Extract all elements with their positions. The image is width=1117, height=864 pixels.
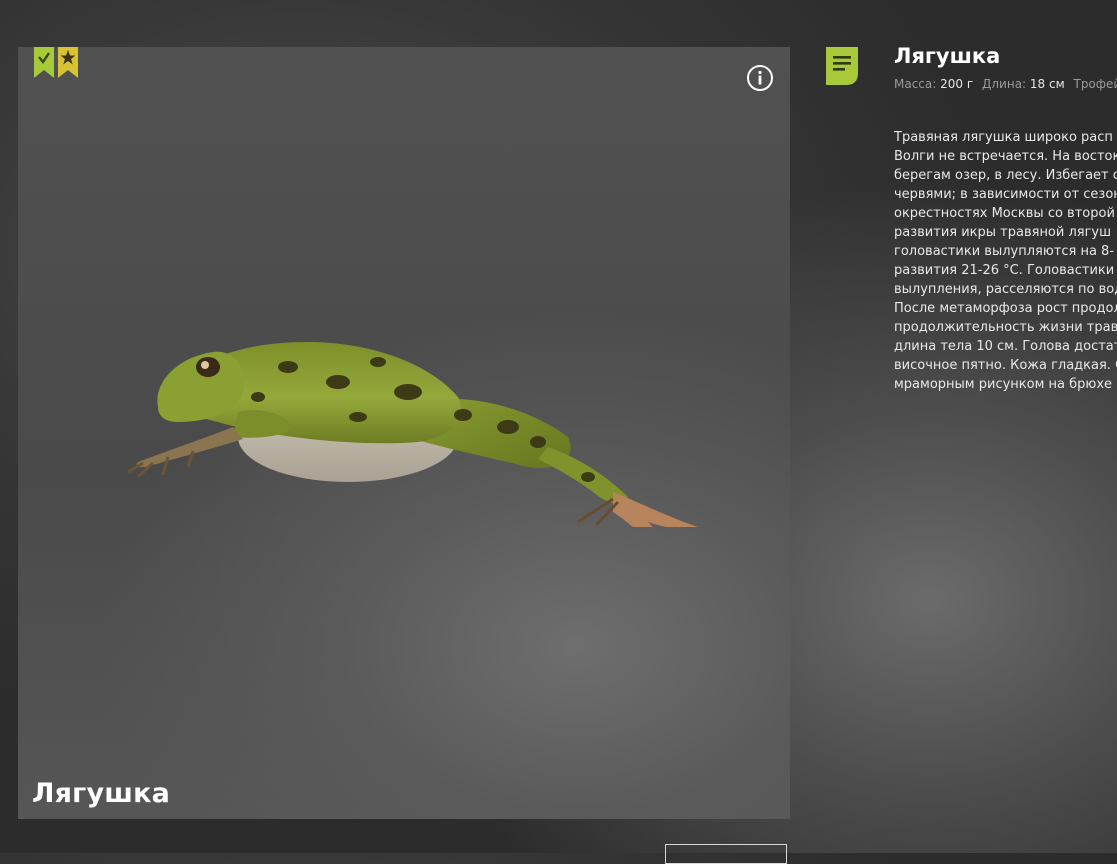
frog-model[interactable] xyxy=(108,287,698,527)
description-line: длина тела 10 см. Голова достато xyxy=(894,339,1117,354)
description-line: продолжительность жизни трав xyxy=(894,320,1117,335)
stat-mass-label: Масса: xyxy=(894,77,937,91)
description-line: мраморным рисунком на брюхе xyxy=(894,377,1113,392)
stat-length-value: 18 см xyxy=(1029,77,1065,91)
stat-trophy-label: Трофейны xyxy=(1073,77,1117,91)
description-line: червями; в зависимости от сезон xyxy=(894,187,1117,202)
description-line: развития 21-26 °C. Головастики ж xyxy=(894,263,1117,278)
model-viewer[interactable]: Лягушка xyxy=(18,47,790,819)
description-line: вылупления, расселяются по вод xyxy=(894,282,1117,297)
description-line: Травяная лягушка широко расп xyxy=(894,130,1113,145)
description-line: развития икры травяной лягуш xyxy=(894,225,1112,240)
description-line: После метаморфоза рост продол xyxy=(894,301,1117,316)
check-ribbon-icon xyxy=(34,47,54,78)
stat-length-label: Длина: xyxy=(982,77,1027,91)
star-ribbon-icon xyxy=(58,47,78,78)
species-stats: Масса: 200 г Длина: 18 см Трофейны xyxy=(894,77,1117,91)
description-line: височное пятно. Кожа гладкая. С xyxy=(894,358,1117,373)
species-title: Лягушка xyxy=(894,44,1001,68)
viewer-title: Лягушка xyxy=(32,778,171,809)
badges xyxy=(34,47,78,78)
description-line: окрестностях Москвы со второй xyxy=(894,206,1115,221)
description-line: берегам озер, в лесу. Избегает с xyxy=(894,168,1117,183)
stat-mass-value: 200 г xyxy=(940,77,974,91)
document-icon xyxy=(826,47,858,85)
description-line: Волги не встречается. На восток xyxy=(894,149,1117,164)
bottom-action-button[interactable] xyxy=(665,844,787,864)
info-icon[interactable] xyxy=(746,64,774,92)
description-line: головастики вылупляются на 8- xyxy=(894,244,1115,259)
species-description: Травяная лягушка широко расп Волги не вс… xyxy=(894,128,1117,394)
